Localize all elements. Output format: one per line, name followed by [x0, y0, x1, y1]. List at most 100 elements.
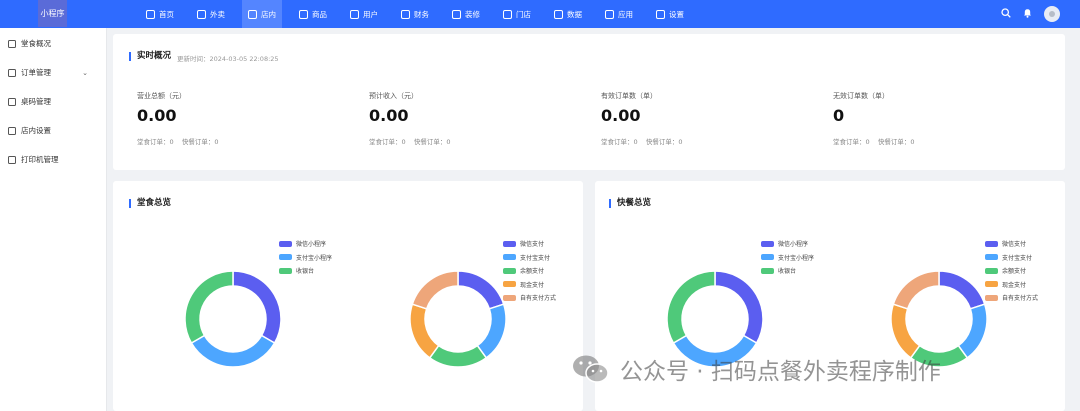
nav-item-2[interactable]: 店内 — [242, 0, 282, 28]
legend-item[interactable]: 微信支付 — [503, 237, 556, 251]
bell-icon[interactable] — [1023, 8, 1032, 21]
donut-slice[interactable] — [714, 270, 764, 345]
stat-value: 0.00 — [601, 106, 641, 125]
legend-label: 自有支付方式 — [520, 295, 557, 303]
stat-value: 0.00 — [369, 106, 409, 125]
stat-label: 无效订单数（单） — [833, 92, 889, 100]
printer-icon — [8, 155, 16, 164]
donut-slice[interactable] — [666, 270, 716, 345]
fast-food-title: 快餐总览 — [609, 199, 651, 208]
nav-item-1[interactable]: 外卖 — [191, 0, 231, 28]
sidebar-item-2[interactable]: 桌码管理 — [0, 87, 106, 116]
legend-item[interactable]: 微信支付 — [985, 237, 1038, 251]
nav-item-5[interactable]: 财务 — [395, 0, 435, 28]
search-icon[interactable] — [1001, 7, 1011, 21]
legend-label: 收银台 — [778, 268, 797, 276]
nav-item-4[interactable]: 用户 — [344, 0, 384, 28]
sidebar-item-1[interactable]: 订单管理 ⌄ — [0, 58, 106, 87]
legend-label: 余额支付 — [1002, 268, 1027, 276]
legend-item[interactable]: 微信小程序 — [761, 237, 814, 251]
stat-label: 预计收入（元） — [369, 92, 418, 100]
sidebar-item-label: 打印机管理 — [21, 155, 59, 164]
legend-item[interactable]: 余额支付 — [985, 264, 1038, 278]
legend-label: 现金支付 — [1002, 281, 1027, 289]
sidebar: 堂食概况订单管理 ⌄ 桌码管理店内设置打印机管理 — [0, 28, 107, 411]
nav-item-0[interactable]: 首页 — [140, 0, 180, 28]
legend-item[interactable]: 支付宝支付 — [503, 251, 556, 265]
sidebar-item-label: 订单管理 — [21, 68, 51, 77]
wechat-icon — [573, 355, 609, 383]
sidebar-item-label: 桌码管理 — [21, 97, 51, 106]
sidebar-item-label: 堂食概况 — [21, 39, 51, 48]
donut-slice[interactable] — [892, 270, 940, 310]
sidebar-item-0[interactable]: 堂食概况 — [0, 29, 106, 58]
stat-value: 0 — [833, 106, 845, 125]
shop-icon — [503, 9, 512, 19]
top-nav-bar: 小程序 首页 外卖 店内 商品 用户 财务 装修 门店 数据 应用 设置 — [0, 0, 1080, 28]
sidebar-item-3[interactable]: 店内设置 — [0, 116, 106, 145]
legend-swatch — [503, 240, 516, 247]
chevron-down-icon[interactable]: ⌄ — [82, 69, 88, 77]
nav-item-3[interactable]: 商品 — [293, 0, 333, 28]
legend-item[interactable]: 支付宝小程序 — [279, 251, 332, 265]
legend-swatch — [985, 254, 998, 261]
donut-slice[interactable] — [957, 303, 988, 359]
legend-item[interactable]: 收银台 — [761, 264, 814, 278]
dine-in-overview-card: 堂食总览 微信小程序 支付宝小程序 收银台 微信支付支付宝支付余额支付现金支付自有支… — [113, 181, 583, 411]
legend-item[interactable]: 支付宝小程序 — [761, 251, 814, 265]
legend-item[interactable]: 余额支付 — [503, 264, 556, 278]
donut-slice[interactable] — [890, 303, 921, 359]
donut-slice[interactable] — [232, 270, 282, 345]
stat-value: 0.00 — [137, 106, 177, 125]
dine-in-payment-legend: 微信支付支付宝支付余额支付现金支付自有支付方式 — [503, 237, 556, 305]
donut-slice[interactable] — [190, 334, 276, 368]
legend-label: 微信支付 — [520, 241, 545, 249]
realtime-title: 实时概况 — [129, 52, 171, 61]
avatar[interactable] — [1044, 6, 1060, 22]
legend-label: 余额支付 — [520, 268, 545, 276]
legend-item[interactable]: 现金支付 — [503, 278, 556, 292]
settings-icon — [656, 9, 665, 19]
app-logo[interactable]: 小程序 — [38, 0, 67, 27]
nav-item-8[interactable]: 数据 — [548, 0, 588, 28]
home-icon — [146, 9, 155, 19]
donut-slice[interactable] — [457, 270, 505, 310]
nav-item-label: 外卖 — [210, 9, 225, 19]
legend-item[interactable]: 现金支付 — [985, 278, 1038, 292]
dine-in-title: 堂食总览 — [129, 199, 171, 208]
stat-sub: 堂食订单：0 快餐订单：0 — [137, 138, 219, 146]
legend-item[interactable]: 收银台 — [279, 264, 332, 278]
donut-slice[interactable] — [476, 303, 507, 359]
donut-slice[interactable] — [184, 270, 234, 345]
avatar-icon — [1049, 11, 1055, 17]
legend-label: 微信支付 — [1002, 241, 1027, 249]
nav-item-10[interactable]: 设置 — [650, 0, 690, 28]
donut-slice[interactable] — [411, 270, 459, 310]
update-time: 更新时间：2024-03-05 22:08:25 — [177, 55, 279, 63]
overview-icon — [8, 39, 16, 48]
legend-swatch — [761, 254, 774, 261]
nav-item-7[interactable]: 门店 — [497, 0, 537, 28]
nav-item-label: 数据 — [567, 9, 582, 19]
stat-label: 有效订单数（单） — [601, 92, 657, 100]
legend-item[interactable]: 自有支付方式 — [985, 291, 1038, 305]
store-settings-icon — [8, 126, 16, 135]
legend-item[interactable]: 自有支付方式 — [503, 291, 556, 305]
nav-item-label: 店内 — [261, 9, 276, 19]
legend-swatch — [985, 240, 998, 247]
nav-item-label: 用户 — [363, 9, 378, 19]
nav-item-label: 财务 — [414, 9, 429, 19]
legend-item[interactable]: 支付宝支付 — [985, 251, 1038, 265]
legend-item[interactable]: 微信小程序 — [279, 237, 332, 251]
legend-label: 支付宝支付 — [1002, 254, 1033, 262]
stat-sub: 堂食订单：0 快餐订单：0 — [369, 138, 451, 146]
nav-item-label: 门店 — [516, 9, 531, 19]
donut-slice[interactable] — [938, 270, 986, 310]
donut-slice[interactable] — [409, 303, 440, 359]
donut-slice[interactable] — [428, 344, 488, 368]
legend-swatch — [279, 240, 292, 247]
sidebar-item-4[interactable]: 打印机管理 — [0, 145, 106, 174]
nav-item-6[interactable]: 装修 — [446, 0, 486, 28]
nav-item-9[interactable]: 应用 — [599, 0, 639, 28]
watermark: 公众号 · 扫码点餐外卖程序制作 — [570, 352, 941, 386]
